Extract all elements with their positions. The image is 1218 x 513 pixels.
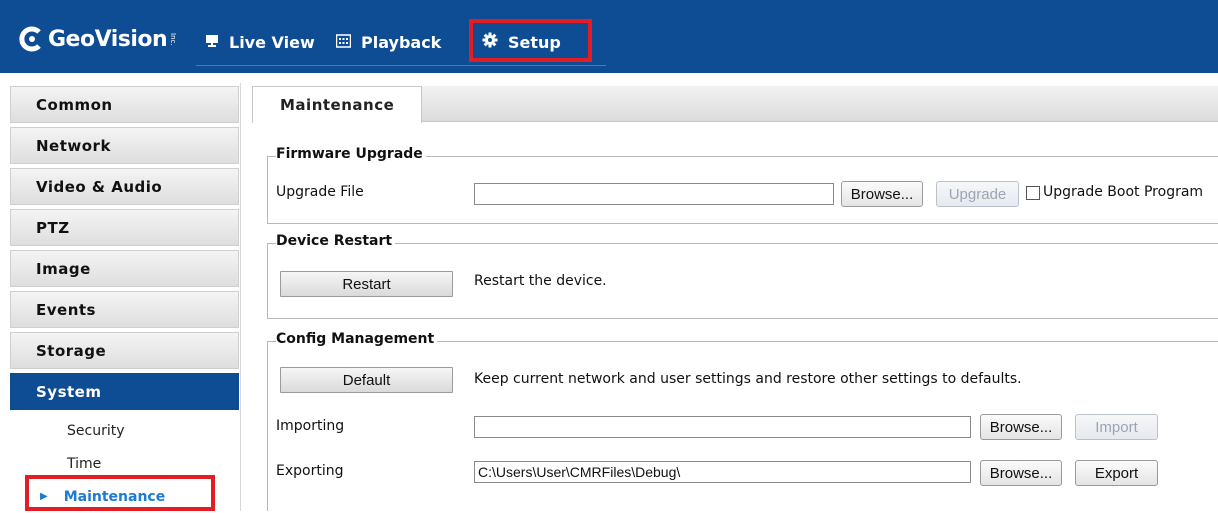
playback-icon [335,33,352,52]
geovision-logo-icon [18,26,44,52]
importing-label: Importing [276,418,345,434]
upgrade-boot-program-checkbox[interactable] [1026,186,1040,200]
sidebar-item-label: Network [36,136,111,155]
section-title: Firmware Upgrade [276,146,426,162]
exporting-label: Exporting [276,463,344,479]
default-description: Keep current network and user settings a… [474,371,1022,387]
top-navigation-bar: GeoVision Inc. Live View Playback Setup [0,0,1218,73]
sidebar-item-ptz[interactable]: PTZ [10,209,239,246]
setup-highlight-box [469,19,592,62]
export-browse-button[interactable]: Browse... [980,460,1062,486]
default-button[interactable]: Default [280,367,453,393]
import-button[interactable]: Import [1075,414,1158,440]
nav-playback-label: Playback [361,32,442,52]
sidebar-divider [240,83,241,511]
brand-suffix: Inc. [169,32,178,46]
sidebar-item-events[interactable]: Events [10,291,239,328]
upgrade-browse-button[interactable]: Browse... [841,181,923,207]
sidebar-item-image[interactable]: Image [10,250,239,287]
sidebar-item-storage[interactable]: Storage [10,332,239,369]
sidebar-subitem-label: Security [67,422,125,439]
sidebar-subitem-security[interactable]: Security [10,414,239,447]
upgrade-file-input[interactable] [474,183,834,205]
section-title: Config Management [276,331,438,347]
sidebar-item-label: System [36,382,102,401]
nav-underline [196,65,606,66]
sidebar-item-network[interactable]: Network [10,127,239,164]
tab-label: Maintenance [280,96,395,114]
maintenance-highlight-box [25,475,215,511]
sidebar-item-label: Video & Audio [36,177,163,196]
sidebar-item-label: Storage [36,341,107,360]
nav-playback[interactable]: Playback [335,28,442,56]
import-browse-button[interactable]: Browse... [980,414,1062,440]
restart-description: Restart the device. [474,273,607,289]
nav-live-view-label: Live View [229,32,315,52]
sidebar-item-common[interactable]: Common [10,86,239,123]
sidebar-item-label: Common [36,95,113,114]
sidebar: Common Network Video & Audio PTZ Image E… [10,86,239,513]
restart-button[interactable]: Restart [280,271,453,297]
importing-input[interactable] [474,416,971,438]
export-button[interactable]: Export [1075,460,1158,486]
brand-name: GeoVision [48,26,168,52]
monitor-icon [205,33,219,52]
sidebar-item-video-audio[interactable]: Video & Audio [10,168,239,205]
upgrade-file-label: Upgrade File [276,184,364,200]
sidebar-item-label: Image [36,259,91,278]
upgrade-button[interactable]: Upgrade [936,181,1019,207]
tab-maintenance[interactable]: Maintenance [252,86,422,123]
exporting-input[interactable]: C:\Users\User\CMRFiles\Debug\ [474,461,971,483]
sidebar-subitem-label: Time [67,455,102,472]
section-title: Device Restart [276,233,396,249]
geovision-logo: GeoVision Inc. [18,22,177,56]
sidebar-item-label: Events [36,300,96,319]
nav-live-view[interactable]: Live View [205,28,315,56]
sidebar-item-label: PTZ [36,218,70,237]
sidebar-item-system[interactable]: System [10,373,239,410]
upgrade-boot-program-label: Upgrade Boot Program [1043,184,1204,200]
